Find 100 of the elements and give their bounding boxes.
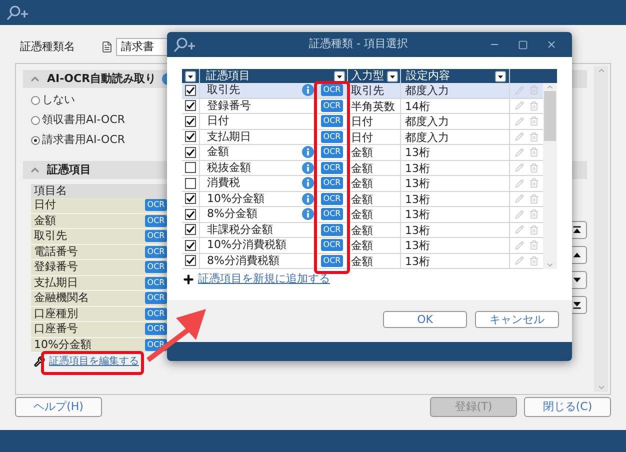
ocr-badge: OCR: [145, 323, 167, 336]
input-type-cell: 金額: [348, 160, 401, 175]
item-row[interactable]: 支払期日 OCR 日付 都度入力: [182, 130, 543, 145]
ocr-badge: OCR: [321, 192, 343, 205]
item-row[interactable]: 税抜金額 OCR 金額 13桁: [182, 160, 543, 176]
footer-button[interactable]: 閉じる(C): [524, 397, 611, 417]
scroll-thumb[interactable]: [544, 91, 556, 141]
item-row[interactable]: 10%分金額 OCR 金額 13桁: [182, 192, 543, 207]
scroll-up-icon[interactable]: [546, 83, 554, 91]
ocr-badge: OCR: [145, 261, 167, 274]
footer-button[interactable]: ヘルプ(H): [15, 397, 102, 417]
delete-icon[interactable]: [528, 256, 538, 266]
ocr-badge: OCR: [145, 246, 167, 258]
scroll-down-icon[interactable]: [596, 383, 606, 392]
edit-icon[interactable]: [514, 178, 524, 188]
input-type-cell: 取引先: [348, 83, 401, 98]
delete-icon[interactable]: [528, 240, 538, 250]
input-type-cell: 金額: [348, 176, 401, 190]
scrollbar[interactable]: [594, 66, 608, 392]
radio-label[interactable]: 領収書用AI-OCR: [42, 112, 126, 128]
maximize-icon[interactable]: [518, 40, 528, 50]
radio-button[interactable]: [31, 136, 40, 144]
radio-label[interactable]: 請求書用AI-OCR: [42, 132, 126, 148]
ocr-badge: OCR: [321, 100, 343, 112]
edit-icon[interactable]: [514, 194, 524, 204]
item-row[interactable]: 取引先 OCR 取引先 都度入力: [182, 83, 543, 98]
item-name: 登録番号: [207, 98, 251, 114]
checkbox[interactable]: [185, 162, 196, 174]
item-row[interactable]: 8%分消費税額 OCR 金額 13桁: [182, 254, 543, 269]
delete-icon[interactable]: [528, 132, 538, 142]
edit-icon[interactable]: [514, 240, 524, 250]
dropdown-icon[interactable]: [495, 70, 506, 82]
add-icon: [182, 272, 195, 286]
edit-icon[interactable]: [514, 116, 524, 126]
checkbox[interactable]: [185, 208, 196, 220]
checkbox[interactable]: [185, 116, 196, 127]
tools-icon: [34, 356, 45, 367]
item-row[interactable]: 日付 OCR 日付 都度入力: [182, 114, 543, 130]
close-icon[interactable]: [546, 39, 557, 50]
scroll-up-icon[interactable]: [596, 66, 606, 75]
checkbox[interactable]: [185, 178, 196, 189]
checkbox[interactable]: [185, 131, 196, 142]
checkbox[interactable]: [185, 193, 196, 204]
dropdown-icon[interactable]: [334, 70, 345, 82]
edit-icon[interactable]: [514, 225, 524, 234]
edit-icon[interactable]: [514, 101, 524, 110]
radio-button[interactable]: [31, 96, 40, 104]
delete-icon[interactable]: [528, 224, 538, 235]
item-row[interactable]: 8%分金額 OCR 金額 13桁: [182, 207, 543, 222]
edit-icon[interactable]: [514, 256, 524, 266]
edit-icon[interactable]: [514, 86, 524, 95]
ocr-badge: OCR: [145, 276, 167, 289]
radio-label[interactable]: しない: [42, 92, 75, 108]
delete-icon[interactable]: [528, 100, 538, 111]
dialog-button[interactable]: OK: [383, 311, 467, 328]
item-row[interactable]: 10%分消費税額 OCR 金額 13桁: [182, 238, 543, 254]
edit-icon[interactable]: [514, 148, 524, 157]
checkbox[interactable]: [185, 240, 196, 251]
delete-icon[interactable]: [528, 162, 538, 173]
edit-icon[interactable]: [514, 132, 524, 142]
delete-icon[interactable]: [528, 194, 538, 204]
ocr-badge: OCR: [321, 224, 343, 236]
edit-icon[interactable]: [514, 210, 524, 219]
dropdown-icon[interactable]: [185, 70, 196, 82]
setting-cell: 13桁: [401, 222, 510, 237]
checkbox[interactable]: [185, 84, 196, 96]
item-row[interactable]: 登録番号 OCR 半角英数 14桁: [182, 98, 543, 114]
field-label: 証憑種類名: [19, 38, 76, 55]
item-row[interactable]: 非課税分金額 OCR 金額 13桁: [182, 222, 543, 238]
delete-icon[interactable]: [528, 116, 538, 126]
input-type-cell: 金額: [348, 192, 401, 206]
checkbox[interactable]: [185, 255, 196, 266]
ocr-badge: OCR: [145, 292, 167, 304]
setting-cell: 都度入力: [401, 83, 510, 98]
delete-icon[interactable]: [528, 147, 538, 158]
scrollbar[interactable]: [543, 83, 557, 269]
dialog-button[interactable]: キャンセル: [475, 311, 559, 328]
setting-cell: 13桁: [401, 145, 510, 160]
ocr-badge: OCR: [145, 199, 167, 212]
edit-items-link[interactable]: 証憑項目を編集する: [49, 354, 139, 369]
delete-icon[interactable]: [528, 209, 538, 220]
checkbox[interactable]: [185, 146, 196, 158]
add-item-link[interactable]: 証憑項目を新規に追加する: [198, 270, 330, 288]
checkbox[interactable]: [185, 224, 196, 236]
radio-button[interactable]: [31, 116, 40, 124]
scroll-down-icon[interactable]: [546, 261, 554, 269]
item-row[interactable]: 消費税 OCR 金額 13桁: [182, 176, 543, 192]
delete-icon[interactable]: [528, 85, 538, 96]
setting-cell: 都度入力: [401, 114, 510, 128]
ocr-badge: OCR: [145, 308, 167, 320]
ocr-badge: OCR: [321, 84, 343, 96]
ocr-badge: OCR: [321, 254, 343, 267]
edit-icon[interactable]: [514, 163, 524, 172]
dropdown-icon[interactable]: [387, 70, 398, 82]
bar-triangle-down-icon: [571, 299, 583, 311]
setting-cell: 13桁: [401, 160, 510, 175]
ocr-badge: OCR: [145, 214, 167, 227]
delete-icon[interactable]: [528, 178, 538, 188]
checkbox[interactable]: [185, 100, 196, 112]
item-row[interactable]: 金額 OCR 金額 13桁: [182, 145, 543, 160]
